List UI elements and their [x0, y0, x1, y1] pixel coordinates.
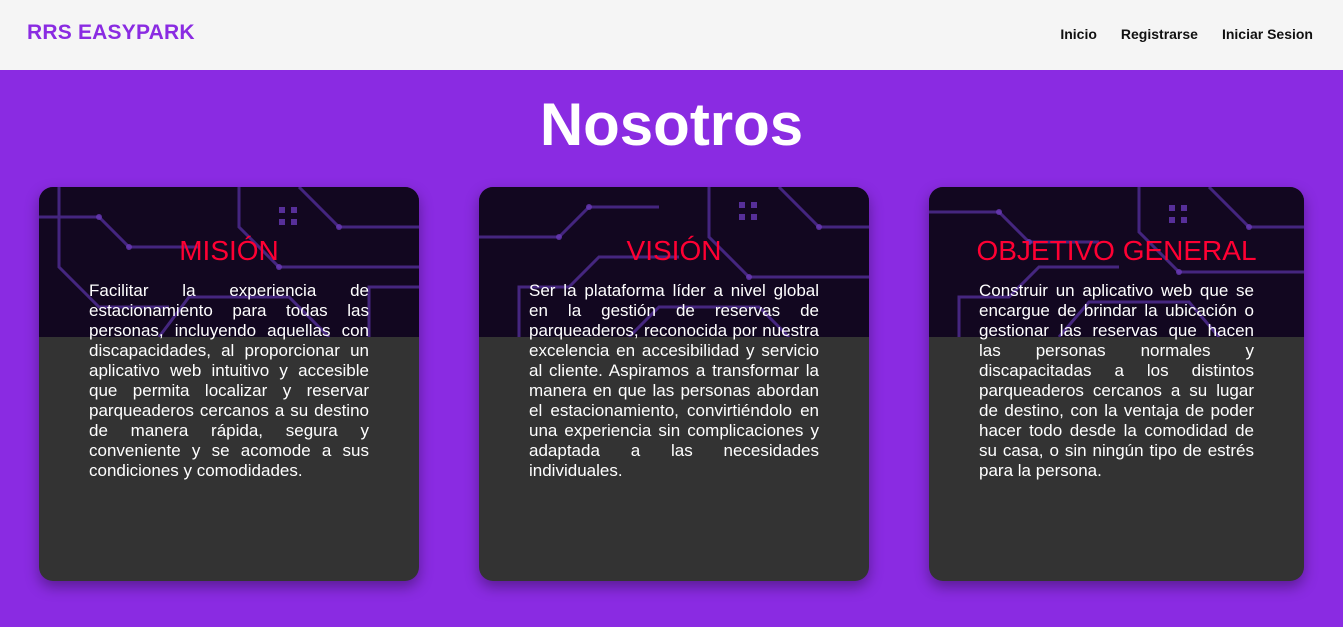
vision-card: VISIÓN Ser la plataforma líder a nivel g…: [479, 187, 869, 581]
nav-link-iniciar-sesion[interactable]: Iniciar Sesion: [1222, 26, 1313, 42]
navbar: RRS EASYPARK Inicio Registrarse Iniciar …: [0, 0, 1343, 70]
objetivo-general-card: OBJETIVO GENERAL Construir un aplicativo…: [929, 187, 1304, 581]
brand-logo[interactable]: RRS EASYPARK: [27, 21, 195, 45]
page-title: Nosotros: [539, 91, 804, 158]
nav-links: Inicio Registrarse Iniciar Sesion: [1060, 26, 1313, 42]
card-title: VISIÓN: [626, 235, 722, 266]
card-text: Construir un aplicativo web que se encar…: [979, 281, 1254, 480]
nav-link-registrarse[interactable]: Registrarse: [1121, 26, 1198, 42]
card-title: MISIÓN: [179, 235, 279, 266]
mision-card: MISIÓN Facilitar la experiencia de estac…: [39, 187, 419, 581]
card-text: Ser la plataforma líder a nivel global e…: [529, 281, 819, 480]
card-title: OBJETIVO GENERAL: [976, 235, 1257, 266]
card-text: Facilitar la experiencia de estacionamie…: [89, 281, 369, 480]
nav-link-inicio[interactable]: Inicio: [1060, 26, 1097, 42]
